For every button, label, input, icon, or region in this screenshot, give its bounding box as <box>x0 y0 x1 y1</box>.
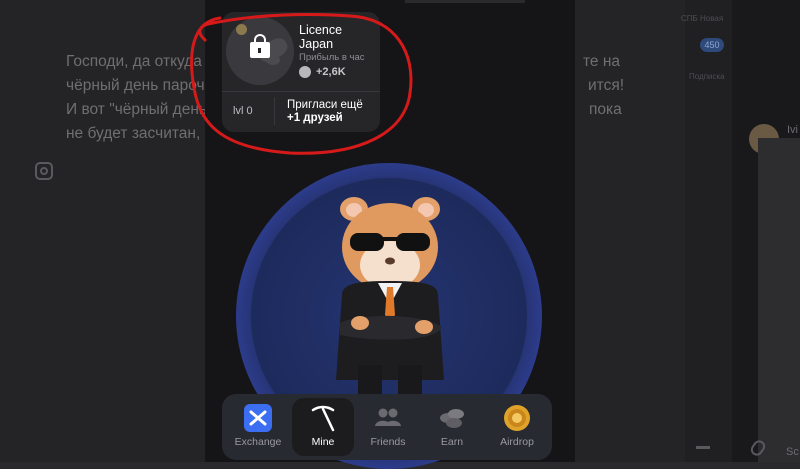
nav-label: Friends <box>370 436 406 448</box>
nav-friends[interactable]: Friends <box>357 398 419 456</box>
unread-badge: 450 <box>700 38 724 52</box>
nav-earn[interactable]: Earn <box>421 398 483 456</box>
sunglasses-left <box>350 233 384 251</box>
friends-icon <box>375 408 401 426</box>
nav-exchange[interactable]: Exchange <box>227 398 289 456</box>
article-right-fragment: ится! <box>588 77 625 94</box>
nav-label: Earn <box>440 436 464 448</box>
annotation-circle <box>190 13 413 155</box>
hamster-character[interactable] <box>320 195 460 405</box>
leg <box>358 365 382 395</box>
channel-label-2[interactable]: Подписка <box>689 72 725 81</box>
pickaxe-icon <box>311 405 335 432</box>
channel-label[interactable]: СПБ Новая <box>681 14 723 23</box>
article-right-fragment: те на <box>583 53 621 70</box>
nose <box>385 257 395 265</box>
sunglasses-bridge <box>382 237 398 241</box>
coins-icon <box>440 409 464 428</box>
nav-airdrop[interactable]: Airdrop <box>486 398 548 456</box>
paw <box>415 320 433 334</box>
exchange-icon <box>244 404 272 432</box>
top-bar <box>405 0 525 3</box>
nav-label: Airdrop <box>500 436 534 448</box>
nav-label: Exchange <box>234 436 282 448</box>
instagram-icon[interactable] <box>35 162 53 180</box>
airdrop-coin-icon <box>504 405 530 431</box>
article-right-fragment: пока <box>589 101 622 118</box>
nav-label: Mine <box>311 436 335 448</box>
annotation-stroke <box>190 13 413 155</box>
paw <box>351 316 369 330</box>
nav-mine[interactable]: Mine <box>292 398 354 456</box>
settings-icon[interactable] <box>696 446 710 449</box>
leg <box>398 365 422 395</box>
input-fragment: Sc <box>786 446 799 458</box>
user-name: Ivi <box>787 124 798 136</box>
right-rail <box>685 0 732 462</box>
chat-panel <box>758 138 800 462</box>
sunglasses-right <box>396 233 430 251</box>
